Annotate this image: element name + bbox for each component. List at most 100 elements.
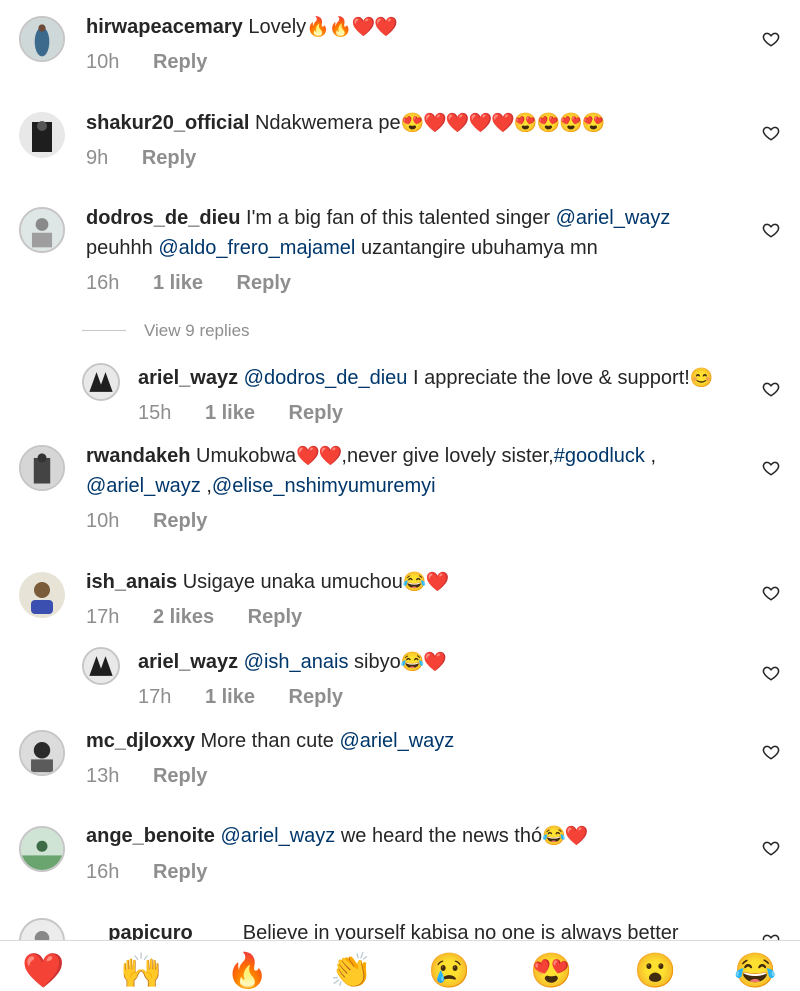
reply-button[interactable]: Reply: [153, 51, 207, 73]
reply-button[interactable]: Reply: [142, 147, 196, 169]
comment-username[interactable]: hirwapeacemary: [86, 16, 243, 38]
avatar[interactable]: [19, 207, 65, 253]
comment-timestamp: 10h: [86, 51, 120, 73]
avatar[interactable]: [19, 918, 65, 940]
avatar[interactable]: [82, 647, 120, 685]
comment-text: ,never give lovely sister,: [341, 445, 554, 467]
like-button[interactable]: [762, 839, 780, 857]
reaction-heart[interactable]: ❤️: [22, 951, 64, 991]
heart-outline-icon: [762, 586, 780, 601]
comment-username[interactable]: ish_anais: [86, 571, 177, 593]
heart-outline-icon: [762, 126, 780, 141]
comment-text: uzantangire ubuhamya mn: [360, 237, 598, 259]
mention-link[interactable]: @aldo_frero_majamel: [158, 237, 355, 259]
avatar[interactable]: [19, 826, 65, 872]
mention-link[interactable]: @ariel_wayz: [86, 475, 201, 497]
mention-link[interactable]: @ariel_wayz: [220, 825, 335, 847]
comment-emoji: 😂❤️: [542, 826, 588, 847]
comment-username[interactable]: ariel_wayz: [138, 651, 238, 673]
comment-timestamp: 17h: [86, 606, 120, 628]
like-button[interactable]: [762, 743, 780, 761]
reply-button[interactable]: Reply: [289, 686, 343, 708]
heart-outline-icon: [762, 223, 780, 238]
heart-outline-icon: [762, 745, 780, 760]
avatar[interactable]: [19, 445, 65, 491]
reaction-raised-hands[interactable]: 🙌: [120, 951, 162, 991]
comment-timestamp: 9h: [86, 147, 109, 169]
reply-button[interactable]: Reply: [153, 510, 207, 532]
comment-username[interactable]: __papicuro____: [86, 922, 237, 940]
like-button[interactable]: [762, 459, 780, 477]
reaction-heart-eyes[interactable]: 😍: [530, 951, 572, 991]
like-button[interactable]: [762, 664, 780, 682]
comment-text: Believe in yourself kabisa no one is alw…: [242, 922, 679, 940]
reply-button[interactable]: Reply: [289, 402, 343, 424]
comment-timestamp: 16h: [86, 861, 120, 883]
comment-text: peuhhh: [86, 237, 153, 259]
heart-outline-icon: [762, 461, 780, 476]
reply-button[interactable]: Reply: [237, 272, 291, 294]
heart-outline-icon: [762, 666, 780, 681]
like-button[interactable]: [762, 584, 780, 602]
reaction-sad[interactable]: 😢: [428, 951, 470, 991]
avatar[interactable]: [19, 572, 65, 618]
comment-text: we heard the news thó: [340, 825, 543, 847]
reply-button[interactable]: Reply: [153, 861, 207, 883]
heart-outline-icon: [762, 934, 780, 940]
mention-link[interactable]: @elise_nshimyumuremyi: [212, 475, 436, 497]
comment-timestamp: 10h: [86, 510, 120, 532]
comment-text: Ndakwemera pe: [254, 112, 401, 134]
likes-count[interactable]: 1 like: [205, 686, 255, 708]
comment-text: I appreciate the love & support!: [412, 367, 690, 389]
comment-username[interactable]: ariel_wayz: [138, 367, 238, 389]
comment-text: Lovely: [248, 16, 307, 38]
comment-emoji: 😂❤️: [400, 652, 447, 673]
comment-username[interactable]: ange_benoite: [86, 825, 215, 847]
comment-emoji: 😂❤️: [402, 572, 449, 593]
comment-emoji: 😊: [689, 368, 714, 389]
mention-link[interactable]: @dodros_de_dieu: [244, 367, 408, 389]
comments-list: hirwapeacemary Lovely🔥🔥❤️❤️ 10h Reply sh…: [0, 0, 800, 940]
hashtag-link[interactable]: #goodluck: [554, 445, 645, 467]
like-button[interactable]: [762, 380, 780, 398]
likes-count[interactable]: 2 likes: [153, 606, 214, 628]
divider: [82, 330, 126, 331]
like-button[interactable]: [762, 30, 780, 48]
reaction-clap[interactable]: 👏: [330, 951, 372, 991]
comment-emoji: ❤️❤️: [296, 446, 342, 467]
likes-count[interactable]: 1 like: [205, 402, 255, 424]
comment-username[interactable]: rwandakeh: [86, 445, 190, 467]
comment-timestamp: 15h: [138, 402, 172, 424]
mention-link[interactable]: @ish_anais: [244, 651, 349, 673]
comment-text: More than cute: [200, 730, 334, 752]
like-button[interactable]: [762, 124, 780, 142]
like-button[interactable]: [762, 932, 780, 940]
view-replies-label[interactable]: View 9 replies: [144, 318, 250, 344]
avatar[interactable]: [82, 363, 120, 401]
comment-text: ,: [650, 445, 657, 467]
avatar[interactable]: [19, 16, 65, 62]
comment-username[interactable]: shakur20_official: [86, 112, 249, 134]
like-button[interactable]: [762, 221, 780, 239]
comment-timestamp: 13h: [86, 765, 120, 787]
reaction-surprised[interactable]: 😮: [634, 951, 676, 991]
comment-text: sibyo: [354, 651, 401, 673]
avatar[interactable]: [19, 112, 65, 158]
heart-outline-icon: [762, 32, 780, 47]
reaction-laughing[interactable]: 😂: [734, 951, 776, 991]
quick-reaction-bar: ❤️ 🙌 🔥 👏 😢 😍 😮 😂: [0, 940, 800, 990]
reaction-fire[interactable]: 🔥: [226, 951, 268, 991]
heart-outline-icon: [762, 382, 780, 397]
heart-outline-icon: [762, 841, 780, 856]
mention-link[interactable]: @ariel_wayz: [556, 207, 671, 229]
likes-count[interactable]: 1 like: [153, 272, 203, 294]
comment-username[interactable]: mc_djloxxy: [86, 730, 195, 752]
comment-timestamp: 16h: [86, 272, 120, 294]
avatar[interactable]: [19, 730, 65, 776]
reply-button[interactable]: Reply: [248, 606, 302, 628]
comment-emoji: 🔥🔥❤️❤️: [306, 17, 398, 38]
comment-username[interactable]: dodros_de_dieu: [86, 207, 240, 229]
reply-button[interactable]: Reply: [153, 765, 207, 787]
mention-link[interactable]: @ariel_wayz: [340, 730, 455, 752]
comment-timestamp: 17h: [138, 686, 172, 708]
